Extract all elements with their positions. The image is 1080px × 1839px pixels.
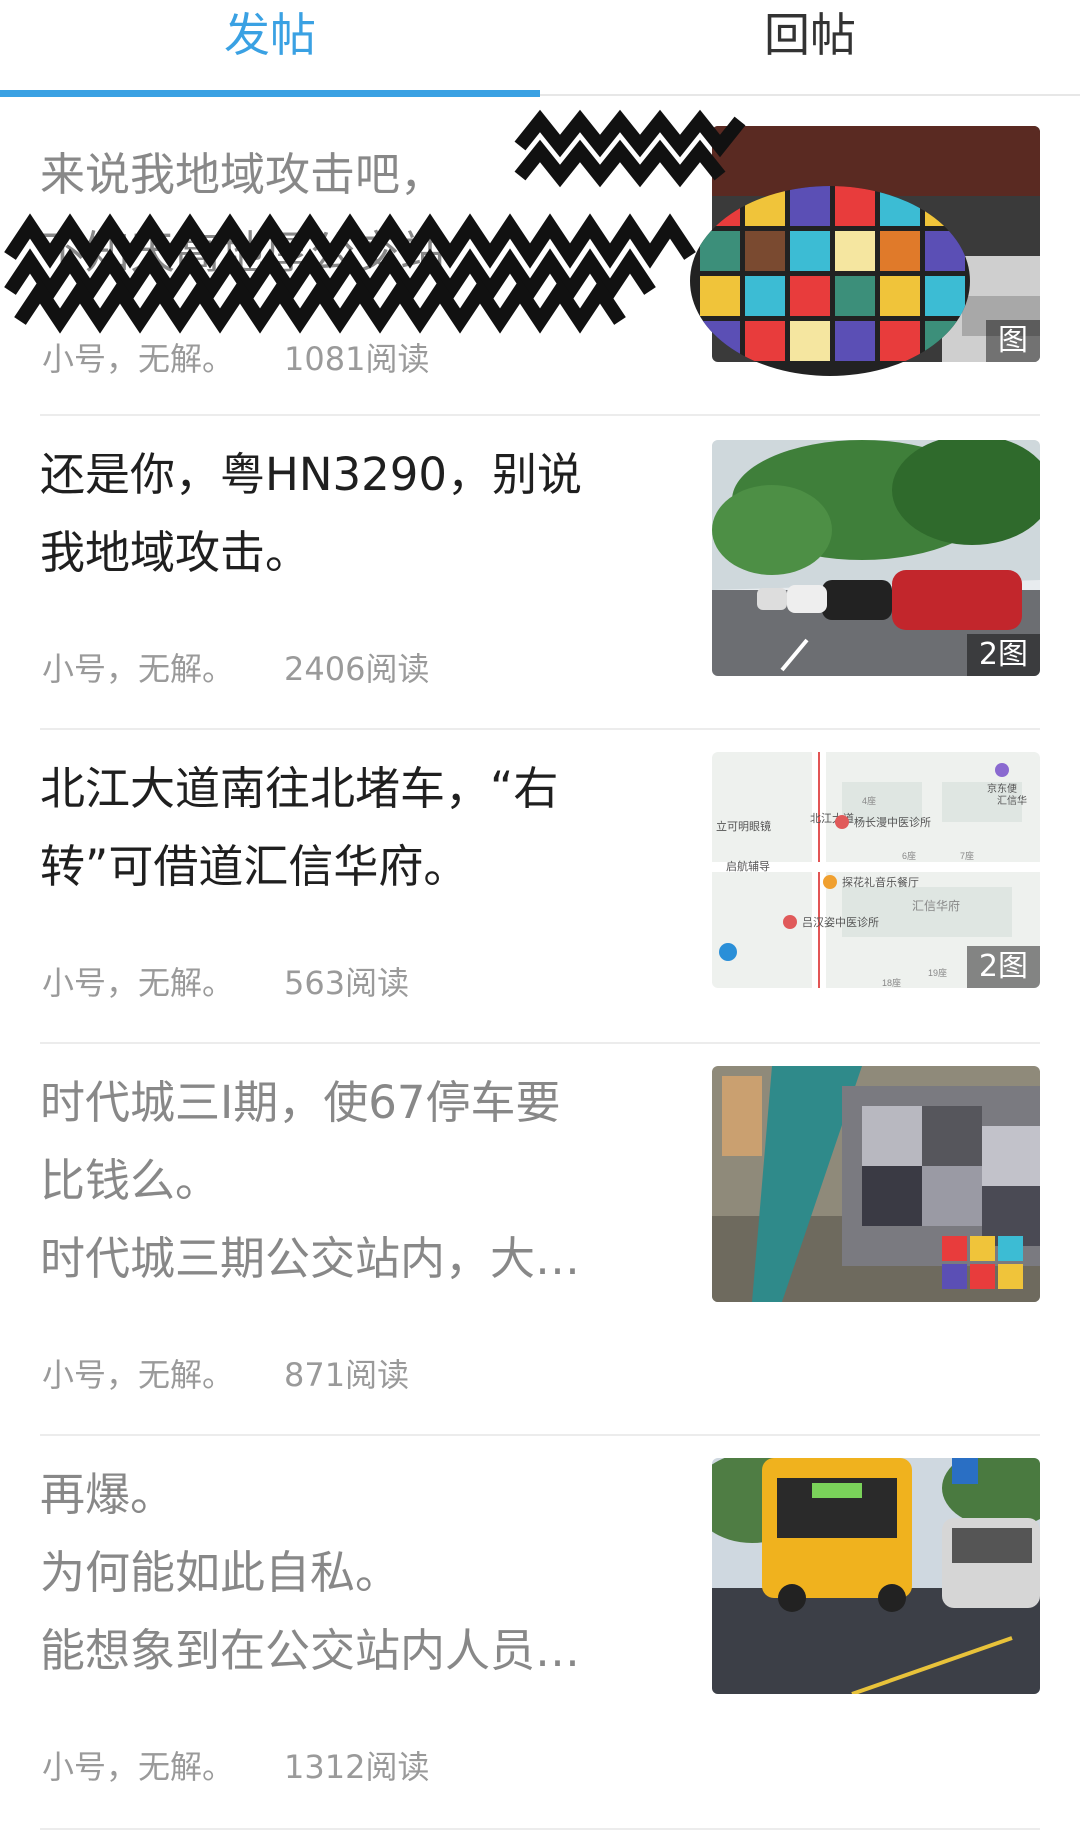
post-title: 还是你，粤HN3290，别说 我地域攻击。 — [40, 436, 680, 592]
post-author: 小号，无解。 — [42, 340, 235, 378]
post-read-count: 1081阅读 — [284, 340, 430, 378]
post-title: 北江大道南往北堵车，“右 转”可借道汇信华府。 — [40, 750, 680, 906]
map-label: 立可明眼镜 — [716, 819, 771, 833]
post-title-line: 北江大道南往北堵车，“右 — [40, 762, 559, 815]
post-item[interactable]: 还是你，粤HN3290，别说 我地域攻击。 小号，无解。 2406阅读 2图 — [0, 416, 1080, 728]
post-author: 小号，无解。 — [42, 1748, 235, 1786]
post-title-line: 还是你，粤HN3290，别说 — [40, 448, 583, 501]
map-label: 汇信华府 — [912, 898, 960, 913]
post-title-line: 再爆。 — [40, 1468, 176, 1521]
post-thumbnail[interactable]: 图 — [712, 126, 1040, 362]
image-count-badge: 2图 — [966, 634, 1040, 676]
map-label: 汇信华 — [997, 794, 1027, 807]
map-label: 7座 — [960, 850, 974, 861]
post-thumbnail[interactable] — [712, 1458, 1040, 1694]
photo-image — [712, 1066, 1040, 1302]
post-title-line: 时代城三I期，使67停车要 — [40, 1076, 561, 1129]
post-title: 来说我地域攻击吧， 不知天高地厚公交站 — [40, 136, 680, 292]
post-title: 再爆。 为何能如此自私。 能想象到在公交站内人员… — [40, 1456, 680, 1690]
post-title-line: 我地域攻击。 — [40, 526, 311, 579]
post-meta: 小号，无解。 1081阅读 — [42, 334, 429, 380]
post-thumbnail[interactable] — [712, 1066, 1040, 1302]
post-title-line: 比钱么。 — [40, 1154, 221, 1207]
post-title-line: 不知天高地厚公交站 — [40, 226, 446, 279]
post-meta: 小号，无解。 563阅读 — [42, 958, 409, 1004]
post-thumbnail[interactable]: 2图 — [712, 440, 1040, 676]
post-title-line: 来说我地域攻击吧， — [40, 148, 446, 201]
post-meta: 小号，无解。 1312阅读 — [42, 1742, 429, 1788]
map-label: 6座 — [902, 850, 916, 861]
post-meta: 小号，无解。 871阅读 — [42, 1350, 409, 1396]
post-item[interactable]: 再爆。 为何能如此自私。 能想象到在公交站内人员… 小号，无解。 1312阅读 — [0, 1436, 1080, 1828]
map-label: 吕汉姿中医诊所 — [802, 915, 879, 929]
image-count-badge: 图 — [986, 320, 1040, 362]
photo-image — [712, 1458, 1040, 1694]
post-read-count: 1312阅读 — [284, 1748, 430, 1786]
image-count-badge: 2图 — [966, 946, 1040, 988]
post-thumbnail[interactable]: 北江大道 杨长漫中医诊所 立可明眼镜 启航辅导 探花礼音乐餐厅 汇信华府 吕汉姿… — [712, 752, 1040, 988]
post-read-count: 871阅读 — [284, 1356, 410, 1394]
post-title-line: 能想象到在公交站内人员… — [40, 1624, 581, 1677]
tab-replies[interactable]: 回帖 — [540, 0, 1080, 94]
post-author: 小号，无解。 — [42, 1356, 235, 1394]
post-author: 小号，无解。 — [42, 964, 235, 1002]
post-item[interactable]: 北江大道南往北堵车，“右 转”可借道汇信华府。 小号，无解。 563阅读 北江大道… — [0, 730, 1080, 1042]
post-title-line: 转”可借道汇信华府。 — [40, 840, 469, 893]
post-title-line: 时代城三期公交站内，大… — [40, 1232, 581, 1285]
map-label: 杨长漫中医诊所 — [854, 815, 931, 829]
post-item[interactable]: 来说我地域攻击吧， 不知天高地厚公交站 小号，无解。 1081阅读 图 — [0, 96, 1080, 414]
map-label: 启航辅导 — [726, 859, 770, 873]
map-label: 19座 — [928, 967, 947, 978]
map-label: 京东便 — [987, 782, 1017, 795]
map-label: 18座 — [882, 977, 901, 988]
tab-bar: 发帖 回帖 — [0, 0, 1080, 97]
tab-posts[interactable]: 发帖 — [0, 0, 540, 94]
post-author: 小号，无解。 — [42, 650, 235, 688]
post-title-line: 为何能如此自私。 — [40, 1546, 401, 1599]
map-label: 4座 — [862, 795, 876, 806]
post-item[interactable]: 时代城三I期，使67停车要 比钱么。 时代城三期公交站内，大… 小号，无解。 87… — [0, 1044, 1080, 1434]
post-meta: 小号，无解。 2406阅读 — [42, 644, 429, 690]
post-read-count: 2406阅读 — [284, 650, 430, 688]
divider — [40, 1828, 1040, 1830]
post-read-count: 563阅读 — [284, 964, 410, 1002]
post-title: 时代城三I期，使67停车要 比钱么。 时代城三期公交站内，大… — [40, 1064, 680, 1298]
map-label: 探花礼音乐餐厅 — [842, 875, 919, 889]
